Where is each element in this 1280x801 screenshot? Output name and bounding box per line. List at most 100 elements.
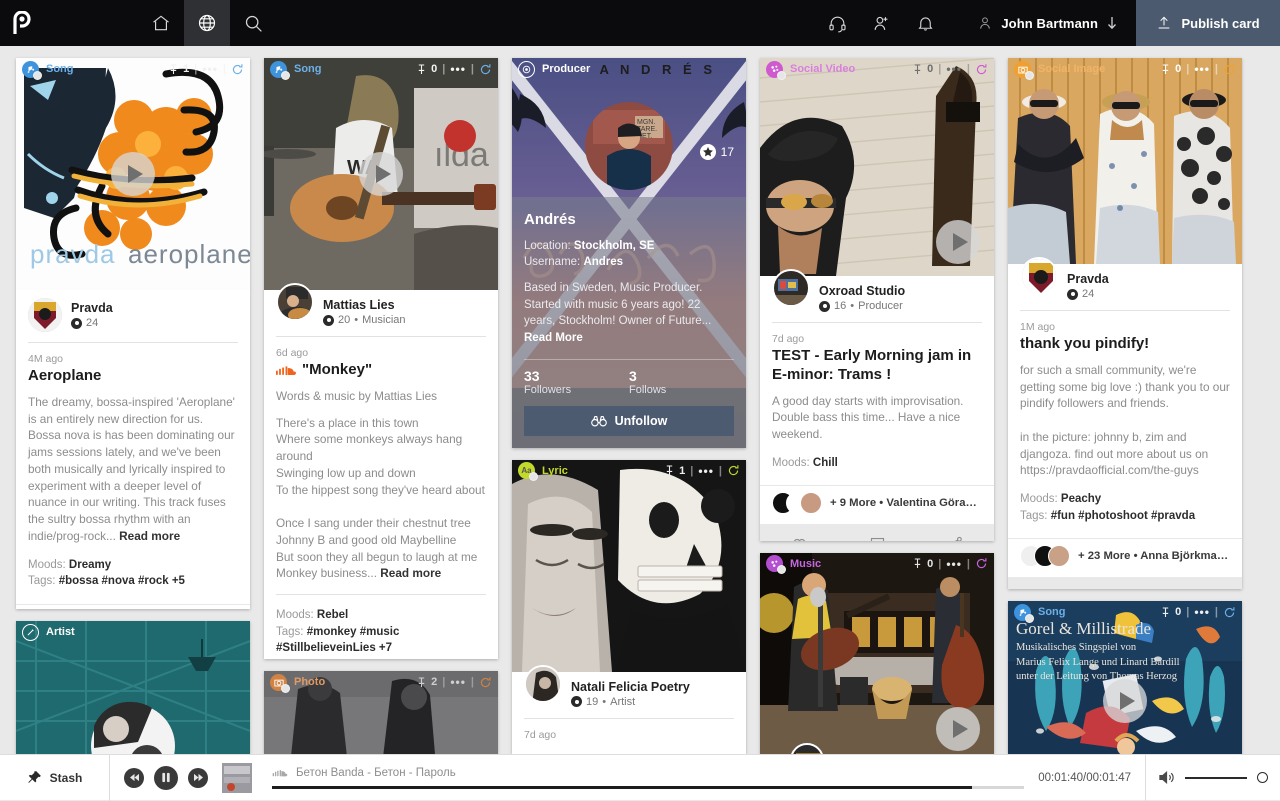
- author-row[interactable]: Pravda 24: [1008, 264, 1242, 306]
- comment-button[interactable]: [1086, 577, 1164, 589]
- author-row[interactable]: Oxroad Studio 16 • Producer: [760, 276, 994, 318]
- nav-search[interactable]: [230, 0, 276, 46]
- moods-value: Peachy: [1061, 493, 1101, 505]
- main-nav: [138, 0, 276, 46]
- volume-control[interactable]: [1145, 755, 1280, 801]
- card-pindify-thanks-media[interactable]: Social Image 0 | ••• |: [1008, 58, 1242, 264]
- pindify-logo[interactable]: [0, 0, 46, 46]
- nav-headphones[interactable]: [815, 0, 859, 46]
- artist-teaser-media[interactable]: Artist: [16, 621, 250, 754]
- globe-icon: [197, 13, 217, 33]
- share-button[interactable]: [916, 524, 994, 541]
- author-meta: 16 • Producer: [819, 300, 905, 312]
- card-aeroplane-media[interactable]: pravda aeroplane Song 1: [16, 58, 250, 290]
- comment-button[interactable]: [838, 524, 916, 541]
- unfollow-label: Unfollow: [615, 414, 668, 428]
- nav-add-friend[interactable]: [859, 0, 903, 46]
- profile-bio: Based in Sweden, Music Producer. Started…: [524, 280, 734, 347]
- read-more-link[interactable]: Read More: [524, 332, 583, 344]
- card-lyric[interactable]: Aa Lyric 1 | ••• |: [512, 460, 746, 754]
- card-pindify-thanks[interactable]: Social Image 0 | ••• |: [1008, 58, 1242, 589]
- card-actions: [1008, 577, 1242, 589]
- card-photo-teaser[interactable]: Photo 2 | ••• |: [264, 671, 498, 754]
- card-description: The dreamy, bossa-inspired 'Aeroplane' i…: [28, 394, 238, 545]
- track-time: 00:01:40/00:01:47: [1038, 772, 1145, 784]
- moods-value: Dreamy: [69, 559, 111, 571]
- social-summary: + 23 More • Anna Björkman, Ve…: [1078, 550, 1230, 562]
- music-teaser-media[interactable]: Music 0 | ••• |: [760, 553, 994, 754]
- card-actions: [760, 524, 994, 541]
- profile-panel: Andrés Location: Stockholm, SE Username:…: [512, 197, 746, 448]
- card-body: 7d ago TEST - Early Morning jam in E-min…: [760, 323, 994, 477]
- play-icon: [953, 233, 968, 251]
- user-menu[interactable]: John Bartmann: [977, 15, 1118, 31]
- social-list[interactable]: + 23 More • Anna Björkman, Ve…: [1008, 538, 1242, 577]
- card-monkey-media[interactable]: ılda WA: [264, 58, 498, 290]
- share-button[interactable]: [1164, 577, 1242, 589]
- progress-bar[interactable]: [272, 786, 1024, 789]
- follows-stat: 3 Follows: [629, 368, 734, 396]
- card-body: 6d ago "Monkey" Words & music by Mattias…: [264, 337, 498, 659]
- timestamp: 6d ago: [276, 347, 486, 359]
- player-bar: Stash Бетон Banda - Бетон - Пароль 00:01…: [0, 754, 1280, 800]
- author-name: Pravda: [1067, 272, 1109, 286]
- card-lyric-media[interactable]: Aa Lyric 1 | ••• |: [512, 460, 746, 672]
- photo-teaser-media[interactable]: Photo 2 | ••• |: [264, 671, 498, 754]
- gorel-media[interactable]: Gorel & Millistrade Musikalisches Singsp…: [1008, 601, 1242, 754]
- profile-avatar: MGN.TARE.NET.: [585, 102, 673, 190]
- card-andres-profile[interactable]: MGN.TARE.NET. Producer A N D R É S 17 An…: [512, 58, 746, 448]
- star-count: 17: [721, 145, 734, 159]
- publish-card-button[interactable]: Publish card: [1136, 0, 1280, 46]
- social-list[interactable]: + 4 More • Susanne Davids, Sar…: [16, 604, 250, 609]
- card-meta: Moods: Rebel Tags: #monkey #music #Still…: [276, 607, 486, 657]
- volume-knob[interactable]: [1257, 772, 1268, 783]
- play-button[interactable]: [359, 152, 403, 196]
- avatar-stack: [1020, 545, 1070, 567]
- like-button[interactable]: [760, 524, 838, 541]
- nav-discover[interactable]: [184, 0, 230, 46]
- artist-cover-art: [16, 621, 250, 754]
- previous-button[interactable]: [124, 768, 144, 788]
- unfollow-button[interactable]: Unfollow: [524, 406, 734, 436]
- board-column-5: Social Image 0 | ••• |: [1008, 58, 1242, 754]
- nav-notifications[interactable]: [903, 0, 947, 46]
- nav-home[interactable]: [138, 0, 184, 46]
- soundcloud-icon: [272, 769, 288, 777]
- card-monkey[interactable]: ılda WA: [264, 58, 498, 659]
- play-button[interactable]: [936, 220, 980, 264]
- author-row[interactable]: Mattias Lies 20 • Musician: [264, 290, 498, 332]
- search-icon: [243, 13, 264, 34]
- author-row[interactable]: Pravda 24: [16, 290, 250, 338]
- read-more-link[interactable]: Read more: [119, 529, 180, 543]
- card-artist-teaser[interactable]: Artist: [16, 621, 250, 754]
- author-pin-count: 19: [586, 696, 598, 708]
- soundcloud-icon: [276, 365, 296, 376]
- board-column-3: MGN.TARE.NET. Producer A N D R É S 17 An…: [512, 58, 746, 754]
- card-title: thank you pindify!: [1020, 335, 1230, 354]
- card-oxroad-media[interactable]: Social Video 0 | ••• |: [760, 58, 994, 276]
- author-row[interactable]: Natali Felicia Poetry 19 • Artist: [512, 672, 746, 714]
- player-transport: [110, 763, 264, 793]
- author-meta: 20 • Musician: [323, 314, 406, 326]
- play-icon: [376, 165, 391, 183]
- pin-count-icon: [1067, 289, 1078, 300]
- like-button[interactable]: [1008, 577, 1086, 589]
- play-button[interactable]: [936, 707, 980, 751]
- next-button[interactable]: [188, 768, 208, 788]
- social-list[interactable]: + 9 More • Valentina Göransson…: [760, 485, 994, 524]
- volume-slider[interactable]: [1185, 777, 1247, 779]
- card-aeroplane[interactable]: pravda aeroplane Song 1: [16, 58, 250, 609]
- top-right-icons: John Bartmann Publish card: [815, 0, 1280, 46]
- play-button[interactable]: [1103, 679, 1147, 723]
- card-music-teaser[interactable]: Music 0 | ••• |: [760, 553, 994, 754]
- card-gorel[interactable]: Gorel & Millistrade Musikalisches Singsp…: [1008, 601, 1242, 754]
- headphones-icon: [828, 14, 847, 33]
- card-oxroad[interactable]: Social Video 0 | ••• |: [760, 58, 994, 541]
- user-plus-icon: [872, 14, 891, 33]
- avatar: [276, 283, 314, 321]
- read-more-link[interactable]: Read more: [380, 566, 441, 580]
- card-meta: Moods: Peachy Tags: #fun #photoshoot #pr…: [1020, 491, 1230, 524]
- stash-button[interactable]: Stash: [0, 755, 110, 801]
- play-pause-button[interactable]: [154, 766, 178, 790]
- play-button[interactable]: [111, 152, 155, 196]
